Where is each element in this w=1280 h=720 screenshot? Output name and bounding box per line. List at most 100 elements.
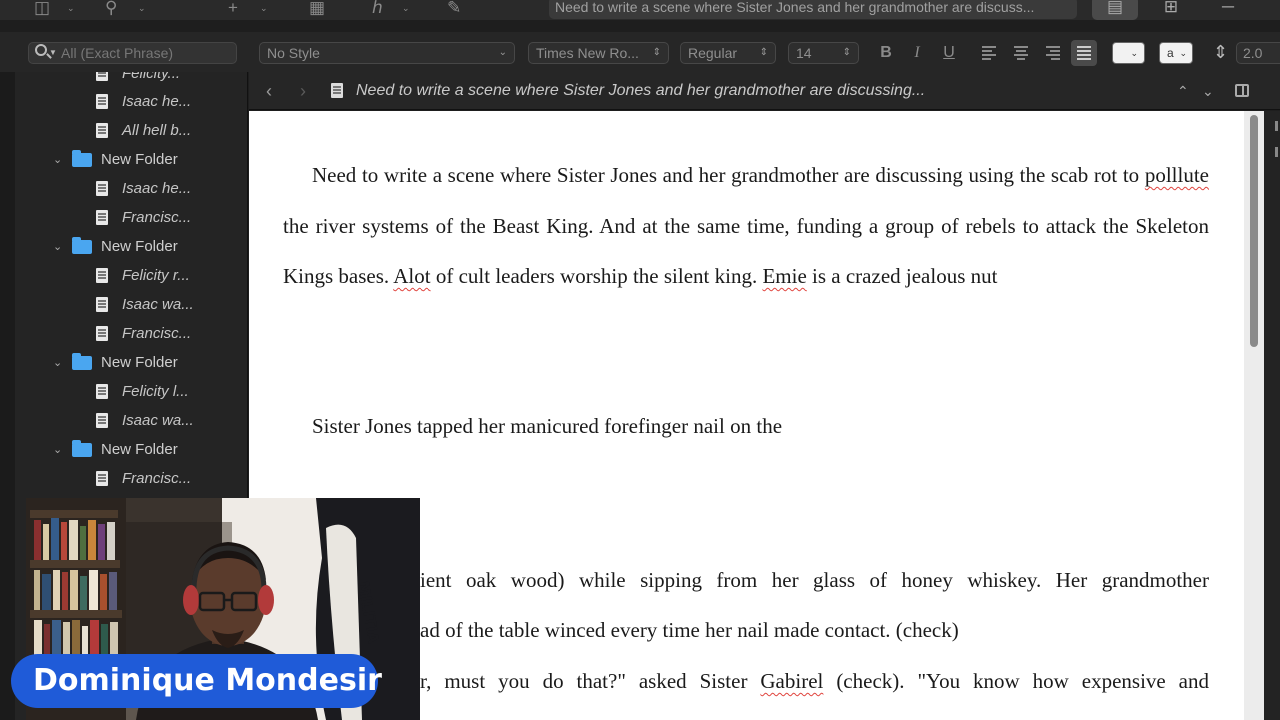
text-color-label: a: [1167, 46, 1174, 60]
document-view-icon[interactable]: ▤: [1092, 0, 1138, 20]
align-center-button[interactable]: [1008, 40, 1034, 66]
binder-item[interactable]: Francisc...: [0, 208, 247, 228]
chevron-down-icon[interactable]: ⌄: [138, 0, 146, 16]
font-size-select[interactable]: 14 ⇕: [788, 42, 859, 64]
forward-arrow-icon[interactable]: ›: [300, 79, 306, 103]
align-justify-icon: [1077, 46, 1091, 60]
main-toolbar: ◫ ⌄ ⚲ ⌄ + ⌄ ▦ ℎ ⌄ ✎ Need to write a scen…: [0, 0, 1280, 20]
editor-header-title[interactable]: Need to write a scene where Sister Jones…: [356, 81, 925, 101]
document-title-field[interactable]: Need to write a scene where Sister Jones…: [549, 0, 1077, 19]
highlight-color-swatch[interactable]: ⌄: [1112, 42, 1145, 64]
chevron-down-icon[interactable]: ⌄: [53, 237, 62, 257]
vertical-scrollbar[interactable]: [1244, 111, 1264, 720]
search-input[interactable]: ▼ All (Exact Phrase): [28, 42, 237, 64]
binder-folder-label: New Folder: [101, 238, 178, 255]
corkboard-view-icon[interactable]: ⊞: [1148, 0, 1194, 20]
binder-item-label: Felicity...: [122, 72, 181, 82]
trash-icon[interactable]: ▦: [309, 0, 325, 18]
misspelled-word: Alot: [393, 264, 431, 288]
chevron-down-icon[interactable]: ⌄: [67, 0, 75, 16]
binder-item-label: Francisc...: [122, 325, 192, 342]
binder-folder-label: New Folder: [101, 441, 178, 458]
binder-folder[interactable]: ⌄ New Folder: [0, 150, 247, 170]
document-icon: [96, 72, 108, 81]
line-spacing-icon[interactable]: ⇕: [1213, 38, 1228, 66]
align-right-button[interactable]: [1040, 40, 1066, 66]
binder-item[interactable]: Francisc...: [0, 324, 247, 344]
paragraph-line: r, must you do that?" asked Sister Gabir…: [420, 669, 1209, 693]
binder-item-label: Isaac wa...: [122, 296, 194, 313]
text-color-button[interactable]: a ⌄: [1159, 42, 1193, 64]
stepper-arrows-icon: ⇕: [759, 47, 768, 58]
font-family-value: Times New Ro...: [536, 45, 639, 61]
align-center-icon: [1014, 46, 1028, 60]
binder-item[interactable]: Felicity l...: [0, 382, 247, 402]
document-icon: [96, 210, 108, 225]
inspector-edge: [1264, 111, 1280, 720]
binder-item[interactable]: Francisc...: [0, 469, 247, 489]
binder-item[interactable]: Isaac wa...: [0, 411, 247, 431]
chevron-down-icon[interactable]: ⌄: [402, 0, 410, 16]
align-right-icon: [1046, 46, 1060, 60]
align-justify-button[interactable]: [1071, 40, 1097, 66]
chevron-down-icon: ⌄: [498, 47, 507, 58]
binder-item[interactable]: Felicity...: [0, 72, 247, 84]
italic-button[interactable]: I: [904, 40, 930, 66]
chevron-down-icon[interactable]: ⌄: [53, 353, 62, 373]
binder-item[interactable]: Isaac he...: [0, 92, 247, 112]
document-icon: [96, 297, 108, 312]
binder-item[interactable]: Isaac wa...: [0, 295, 247, 315]
binder-item-label: All hell b...: [122, 122, 192, 139]
folder-icon: [72, 150, 92, 167]
binder-folder[interactable]: ⌄ New Folder: [0, 440, 247, 460]
align-left-button[interactable]: [976, 40, 1002, 66]
attachment-icon[interactable]: ℎ: [372, 0, 383, 18]
font-size-value: 14: [796, 45, 812, 61]
font-family-select[interactable]: Times New Ro... ⇕: [528, 42, 669, 64]
search-placeholder: All (Exact Phrase): [61, 45, 174, 61]
line-spacing-select[interactable]: 2.0: [1236, 42, 1280, 64]
chevron-down-icon: ⌄: [1130, 48, 1138, 58]
format-bar: ▼ All (Exact Phrase) No Style ⌄ Times Ne…: [0, 32, 1280, 72]
outline-view-icon[interactable]: ─: [1205, 0, 1251, 20]
underline-button[interactable]: U: [936, 40, 962, 66]
chevron-down-icon[interactable]: ⌄: [53, 440, 62, 460]
back-arrow-icon[interactable]: ‹: [266, 79, 272, 103]
previous-document-icon[interactable]: ⌃: [1177, 80, 1189, 102]
chevron-down-icon[interactable]: ⌄: [260, 0, 268, 16]
document-icon: [331, 83, 343, 98]
binder-folder-label: New Folder: [101, 354, 178, 371]
binder-folder[interactable]: ⌄ New Folder: [0, 237, 247, 257]
scrollbar-thumb[interactable]: [1250, 115, 1258, 347]
add-icon[interactable]: +: [228, 0, 238, 18]
misspelled-word: polllute: [1144, 163, 1209, 187]
misspelled-word: Emie: [762, 264, 807, 288]
font-weight-select[interactable]: Regular ⇕: [680, 42, 776, 64]
binder-item[interactable]: Felicity r...: [0, 266, 247, 286]
search-icon[interactable]: ⚲: [105, 0, 117, 18]
chevron-down-icon: ▼: [49, 48, 57, 57]
chevron-down-icon[interactable]: ⌄: [53, 150, 62, 170]
document-icon: [96, 471, 108, 486]
next-document-icon[interactable]: ⌄: [1202, 80, 1214, 102]
split-editor-icon[interactable]: [1235, 84, 1249, 97]
sidebar-toggle-icon[interactable]: ◫: [34, 0, 50, 18]
paragraph-style-select[interactable]: No Style ⌄: [259, 42, 515, 64]
folder-icon: [72, 440, 92, 457]
binder-item-label: Felicity r...: [122, 267, 190, 284]
binder-item-label: Francisc...: [122, 209, 192, 226]
binder-item[interactable]: All hell b...: [0, 121, 247, 141]
binder-item-label: Isaac he...: [122, 180, 192, 197]
binder-folder[interactable]: ⌄ New Folder: [0, 353, 247, 373]
binder-item-label: Felicity l...: [122, 383, 189, 400]
paragraph-line: ad of the table winced every time her na…: [420, 618, 959, 642]
binder-item[interactable]: Isaac he...: [0, 179, 247, 199]
align-left-icon: [982, 46, 996, 60]
bold-button[interactable]: B: [873, 40, 899, 66]
chevron-down-icon: ⌄: [1179, 48, 1187, 58]
document-icon: [96, 384, 108, 399]
binder-item-label: Isaac wa...: [122, 412, 194, 429]
compose-icon[interactable]: ✎: [447, 0, 461, 18]
font-weight-value: Regular: [688, 45, 738, 61]
editor-header: ‹ › Need to write a scene where Sister J…: [249, 72, 1280, 110]
